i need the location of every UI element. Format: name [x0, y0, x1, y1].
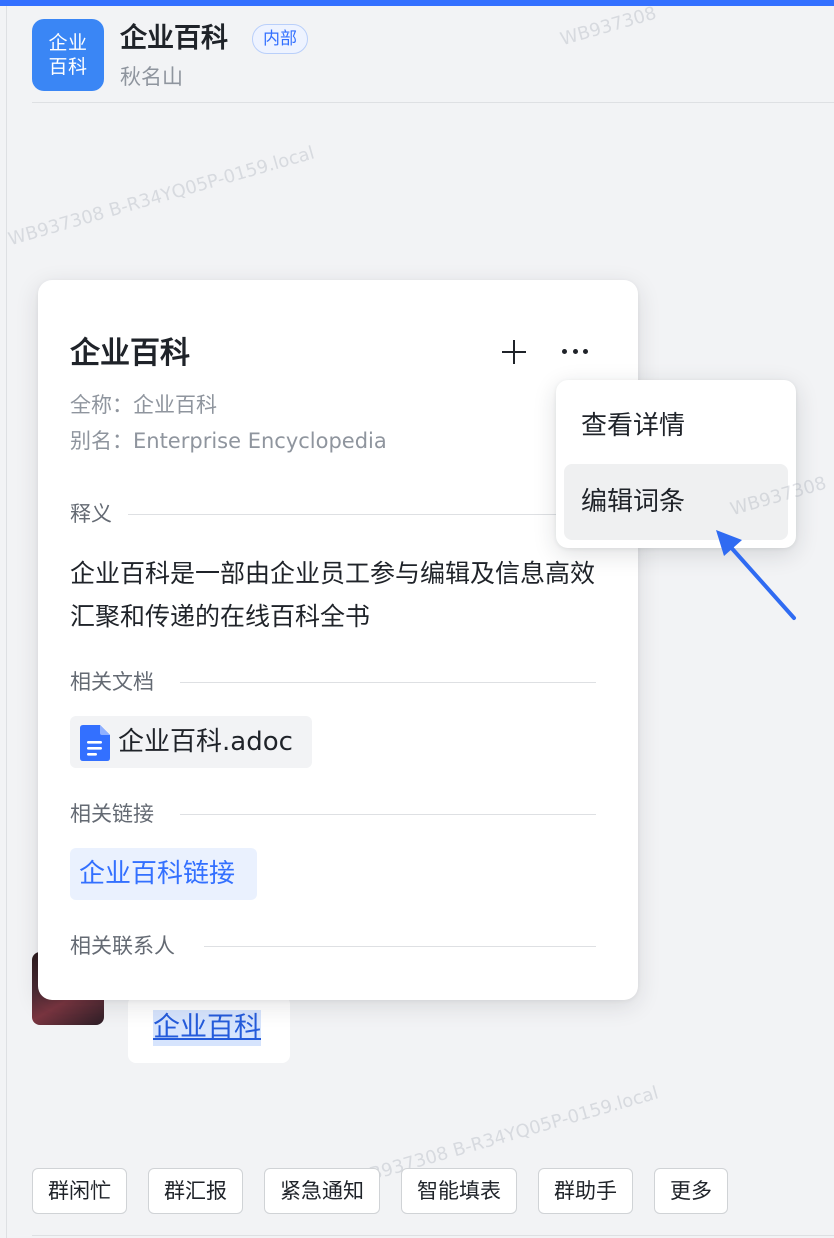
quick-action-more[interactable]: 更多 [654, 1168, 728, 1214]
menu-item-view-details[interactable]: 查看详情 [564, 388, 788, 464]
quick-action-group-report[interactable]: 群汇报 [148, 1168, 243, 1214]
top-accent-bar [0, 0, 834, 6]
menu-item-label: 编辑词条 [581, 487, 686, 517]
encyclopedia-card: 企业百科 全称：企业百科 别名：Enterprise Encyclopedia … [38, 280, 638, 1000]
related-link-chip[interactable]: 企业百科链接 [70, 848, 257, 900]
group-title[interactable]: 企业百科 [120, 20, 228, 58]
document-icon [80, 725, 110, 761]
related-link-text: 企业百科链接 [79, 859, 236, 889]
bottom-divider [32, 1235, 834, 1236]
quick-action-smart-form[interactable]: 智能填表 [401, 1168, 517, 1214]
card-title: 企业百科 [70, 336, 190, 371]
definition-text: 企业百科是一部由企业员工参与编辑及信息高效汇聚和传递的在线百科全书 [70, 559, 596, 631]
section-divider [128, 514, 596, 515]
menu-item-label: 查看详情 [581, 411, 686, 441]
watermark: WB937308 B-R34YQ05P-0159.local [6, 142, 317, 251]
group-avatar-text-1: 企业 [48, 32, 88, 54]
related-contacts-label: 相关联系人 [70, 931, 187, 961]
group-subtitle: 秋名山 [120, 65, 183, 89]
related-doc-chip[interactable]: 企业百科.adoc [70, 716, 312, 768]
quick-action-group-assistant[interactable]: 群助手 [538, 1168, 633, 1214]
left-divider [6, 6, 7, 1238]
full-name-row: 全称：企业百科 [70, 393, 217, 417]
related-docs-label: 相关文档 [70, 667, 166, 697]
quick-action-urgent-notice[interactable]: 紧急通知 [264, 1168, 380, 1214]
section-divider [204, 946, 596, 947]
group-avatar[interactable]: 企业 百科 [32, 19, 104, 91]
alias-row: 别名：Enterprise Encyclopedia [70, 429, 387, 453]
section-divider [180, 682, 596, 683]
related-doc-name: 企业百科.adoc [118, 727, 293, 757]
watermark: WB937308 [558, 2, 659, 51]
group-avatar-text-2: 百科 [48, 56, 88, 78]
message-entry-link[interactable]: 企业百科 [153, 1010, 261, 1046]
section-divider [180, 814, 596, 815]
quick-action-group-busy[interactable]: 群闲忙 [32, 1168, 127, 1214]
quick-action-bar: 群闲忙 群汇报 紧急通知 智能填表 群助手 更多 [32, 1168, 749, 1214]
more-icon[interactable] [562, 346, 588, 356]
related-links-label: 相关链接 [70, 799, 166, 829]
header-divider [32, 102, 834, 103]
plus-icon[interactable] [500, 338, 528, 366]
definition-label: 释义 [70, 499, 124, 529]
pointer-arrow-icon [716, 530, 796, 620]
internal-badge: 内部 [252, 24, 308, 54]
